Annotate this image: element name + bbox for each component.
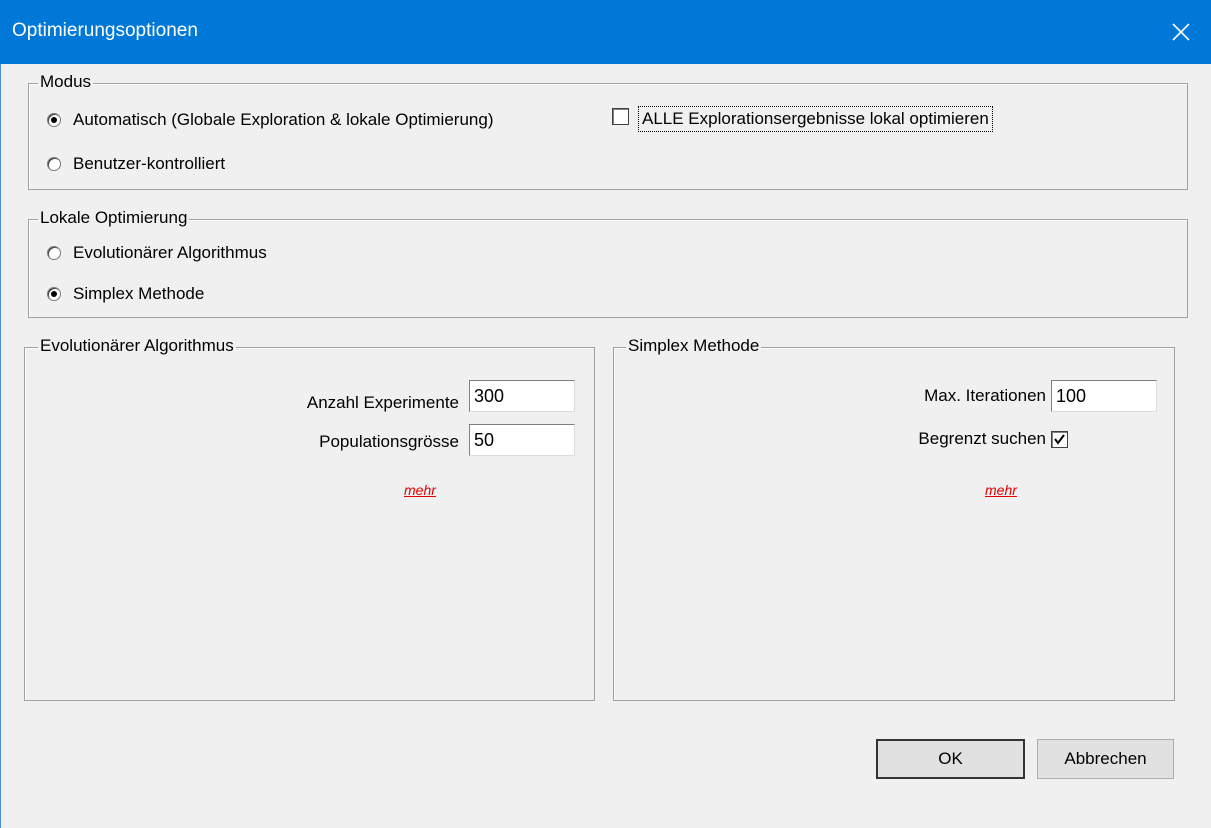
cancel-button[interactable]: Abbrechen [1037, 739, 1174, 779]
close-icon [1172, 23, 1190, 41]
bounded-label: Begrenzt suchen [918, 429, 1046, 448]
radio-benutzer-kontrolliert[interactable]: Benutzer-kontrolliert [47, 152, 225, 176]
iterations-input[interactable]: 100 [1051, 380, 1157, 412]
experiments-input[interactable]: 300 [469, 380, 575, 412]
radio-simplex[interactable]: Simplex Methode [47, 282, 204, 306]
evolutionary-legend: Evolutionärer Algorithmus [38, 336, 236, 356]
evolutionary-more-link[interactable]: mehr [404, 482, 436, 498]
radio-simplex-label: Simplex Methode [73, 284, 205, 303]
population-input[interactable]: 50 [469, 424, 575, 456]
close-button[interactable] [1151, 0, 1211, 64]
title-bar: Optimierungsoptionen [0, 0, 1211, 64]
alle-optimieren-checkbox[interactable] [612, 108, 629, 125]
experiments-label: Anzahl Experimente [306, 393, 459, 412]
radio-automatisch-label: Automatisch (Globale Exploration & lokal… [73, 110, 494, 129]
iterations-label: Max. Iterationen [924, 386, 1046, 405]
window-title: Optimierungsoptionen [12, 20, 198, 41]
radio-evolutionaer-label: Evolutionärer Algorithmus [73, 243, 267, 262]
simplex-more-link[interactable]: mehr [985, 482, 1017, 498]
modus-legend: Modus [38, 72, 94, 92]
lokale-optimierung-legend: Lokale Optimierung [38, 208, 190, 228]
bounded-checkbox[interactable] [1051, 431, 1068, 448]
simplex-legend: Simplex Methode [626, 336, 762, 356]
radio-evolutionaer-indicator [47, 246, 61, 260]
radio-automatisch-indicator [47, 113, 61, 127]
radio-evolutionaer[interactable]: Evolutionärer Algorithmus [47, 241, 267, 265]
radio-benutzer-label: Benutzer-kontrolliert [73, 154, 226, 173]
population-label: Populationsgrösse [319, 432, 459, 451]
alle-optimieren-label[interactable]: ALLE Explorationsergebnisse lokal optimi… [638, 106, 993, 132]
radio-simplex-indicator [47, 287, 61, 301]
window-border [0, 64, 1, 828]
checkmark-icon [1054, 434, 1065, 445]
ok-button[interactable]: OK [876, 739, 1025, 779]
radio-benutzer-indicator [47, 157, 61, 171]
radio-automatisch[interactable]: Automatisch (Globale Exploration & lokal… [47, 108, 493, 132]
